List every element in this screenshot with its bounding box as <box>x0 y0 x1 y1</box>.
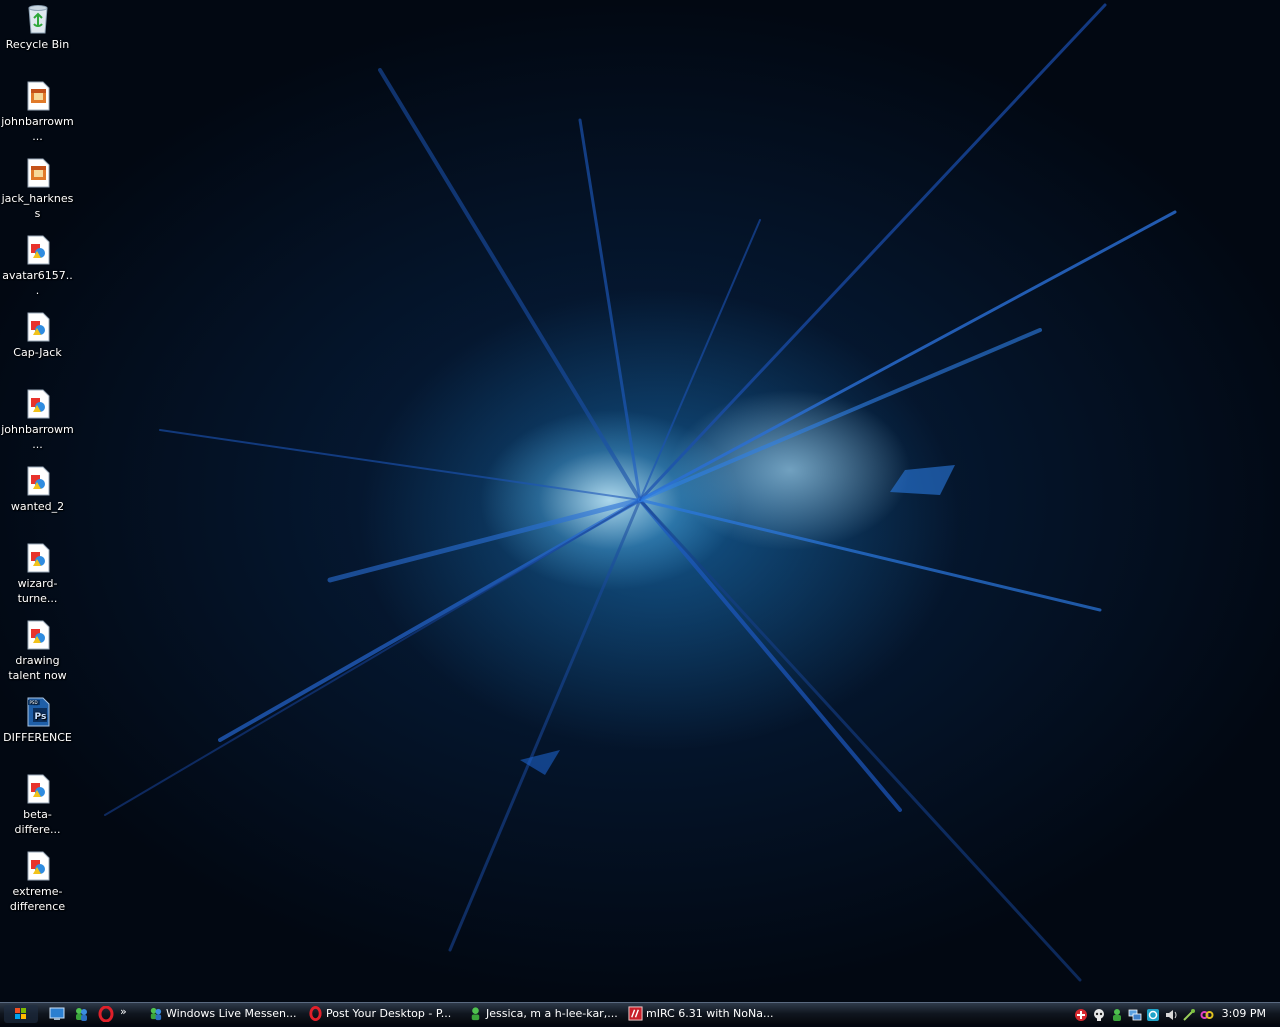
paint-image-icon <box>22 388 54 420</box>
desktop-wallpaper <box>0 0 1280 1002</box>
paint-image-icon <box>22 234 54 266</box>
desktop-icon[interactable]: extreme-difference <box>0 850 75 914</box>
quicklaunch-overflow-icon[interactable]: » <box>120 1006 136 1022</box>
messenger-quicklaunch-icon[interactable] <box>73 1006 89 1022</box>
skull-tray-icon[interactable] <box>1092 1007 1106 1021</box>
desktop-icon[interactable]: Cap-Jack <box>0 311 75 360</box>
messenger-tray-icon[interactable] <box>1110 1007 1124 1021</box>
paint-image-icon <box>22 619 54 651</box>
mirc-icon <box>628 1006 643 1021</box>
image-file-icon <box>22 157 54 189</box>
task-label: Jessica, m a h-lee-kar,... <box>486 1007 618 1020</box>
paint-image-icon <box>22 773 54 805</box>
opera-quicklaunch-icon[interactable] <box>98 1005 114 1023</box>
desktop-icon-label: johnbarrowm... <box>1 423 74 451</box>
desktop-icon[interactable]: wanted_2 <box>0 465 75 514</box>
taskbar-clock[interactable]: 3:09 PM <box>1222 1003 1266 1024</box>
task-button-mirc[interactable]: mIRC 6.31 with NoNa... <box>626 1004 782 1023</box>
messenger-icon <box>150 1007 162 1021</box>
desktop-icon[interactable]: avatar6157... <box>0 234 75 298</box>
desktop-icon[interactable]: beta-differe... <box>0 773 75 837</box>
task-label: Post Your Desktop - P... <box>326 1007 452 1020</box>
svg-text:PSD: PSD <box>29 700 37 705</box>
paint-image-icon <box>22 465 54 497</box>
desktop-icon-label: beta-differe... <box>14 808 61 836</box>
task-button-messenger[interactable]: Windows Live Messen... <box>146 1004 302 1023</box>
volume-tray-icon[interactable] <box>1164 1007 1178 1021</box>
wallpaper-shards <box>104 3 1177 982</box>
show-desktop-icon[interactable] <box>49 1006 65 1022</box>
system-tray: 3:09 PM <box>1070 1003 1280 1025</box>
sync-tray-icon[interactable] <box>1146 1007 1160 1021</box>
desktop-icon-label: drawing talent now <box>8 654 67 682</box>
desktop-icon[interactable]: jack_harkness <box>0 157 75 221</box>
desktop-icon[interactable]: wizard-turne... <box>0 542 75 606</box>
task-label: mIRC 6.31 with NoNa... <box>646 1007 774 1020</box>
paint-image-icon <box>22 850 54 882</box>
desktop-icon[interactable]: Recycle Bin <box>0 3 75 52</box>
desktop-icon-label: DIFFERENCE <box>3 731 72 744</box>
task-button-opera[interactable]: Post Your Desktop - P... <box>306 1004 462 1023</box>
image-file-icon <box>22 80 54 112</box>
desktop-icon[interactable]: PSD Ps DIFFERENCE <box>0 696 75 745</box>
desktop-icon[interactable]: johnbarrowm... <box>0 388 75 452</box>
desktop-icon-label: extreme-difference <box>9 885 66 913</box>
recycle-bin-icon <box>22 3 54 35</box>
network-tray-icon[interactable] <box>1128 1007 1142 1021</box>
desktop-icon-label: wanted_2 <box>10 500 65 513</box>
desktop-icon-label: avatar6157... <box>2 269 73 297</box>
messenger-chat-icon <box>471 1007 480 1021</box>
taskbar: » Windows Live Messen... Post Your Deskt… <box>0 1002 1280 1024</box>
infinity-tray-icon[interactable] <box>1200 1007 1214 1021</box>
start-button[interactable] <box>4 1005 38 1023</box>
ps-badge-text: Ps <box>34 712 46 722</box>
desktop-icon[interactable]: johnbarrowm... <box>0 80 75 144</box>
photoshop-file-icon: PSD Ps <box>22 696 54 728</box>
task-button-messenger-chat[interactable]: Jessica, m a h-lee-kar,... <box>466 1004 622 1023</box>
desktop-icon-label: Recycle Bin <box>5 38 70 51</box>
task-label: Windows Live Messen... <box>166 1007 297 1020</box>
paint-image-icon <box>22 311 54 343</box>
desktop-icon-label: jack_harkness <box>1 192 74 220</box>
desktop-icon-label: Cap-Jack <box>13 346 62 359</box>
utility-tray-icon[interactable] <box>1182 1007 1196 1021</box>
desktop-icon-label: wizard-turne... <box>17 577 58 605</box>
antivirus-tray-icon[interactable] <box>1074 1007 1088 1021</box>
desktop-icon-label: johnbarrowm... <box>1 115 74 143</box>
desktop-icon[interactable]: drawing talent now <box>0 619 75 683</box>
paint-image-icon <box>22 542 54 574</box>
opera-icon <box>309 1006 322 1021</box>
windows-start-icon <box>4 1005 38 1023</box>
